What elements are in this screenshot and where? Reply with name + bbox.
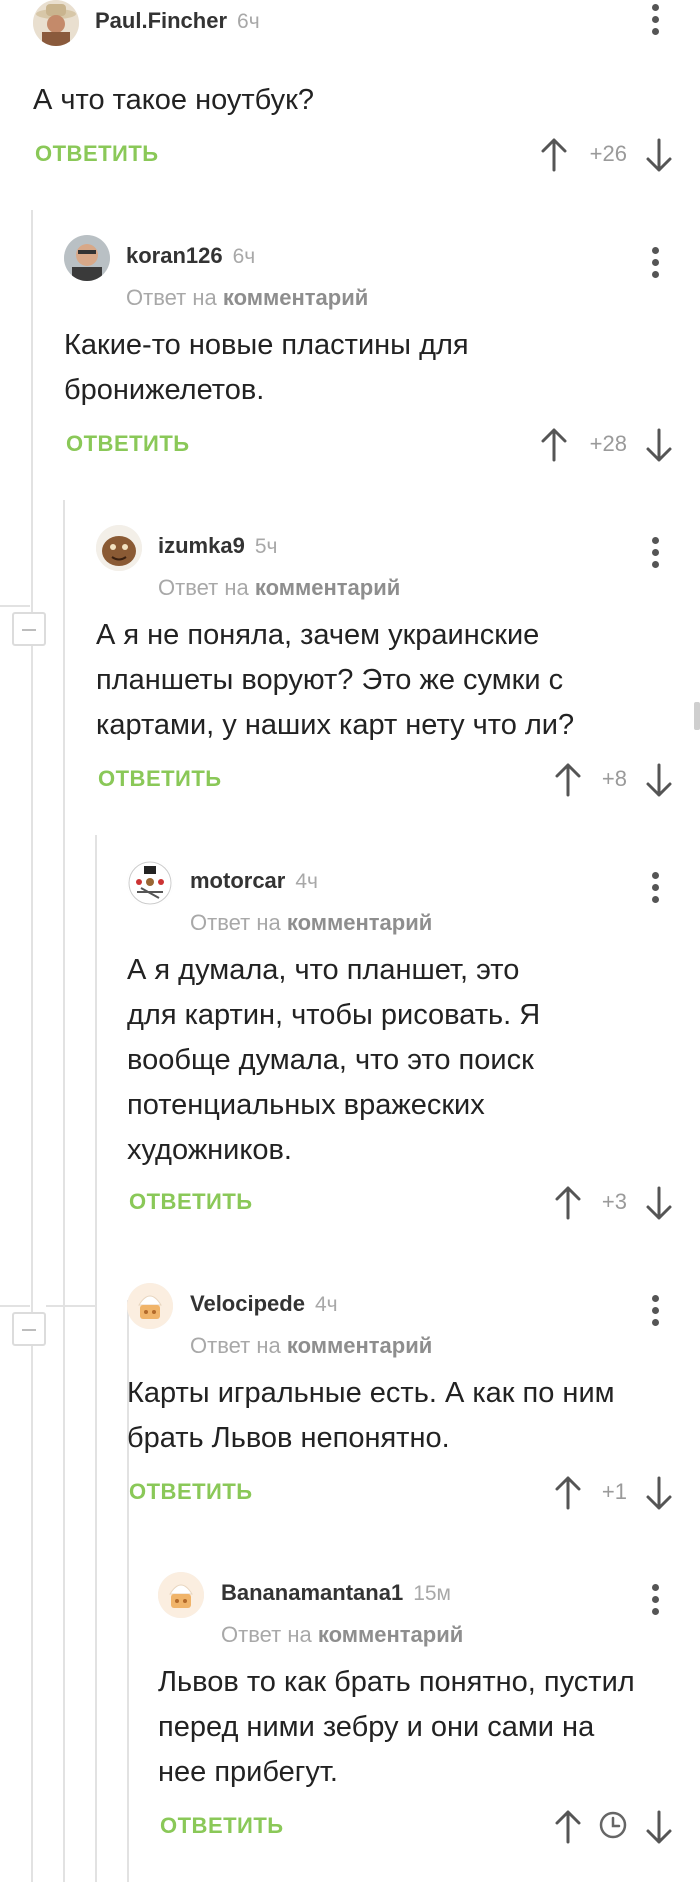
comment-actions: ОТВЕТИТЬ +8 <box>98 763 676 806</box>
username[interactable]: Paul.Fincher <box>95 8 227 33</box>
avatar[interactable] <box>158 1572 204 1618</box>
reply-to-link[interactable]: Ответ на комментарий <box>158 575 400 601</box>
reply-to-link[interactable]: Ответ на комментарий <box>126 285 368 311</box>
comment-time: 6ч <box>232 245 256 268</box>
comment-text: А что такое ноутбук? <box>33 84 314 116</box>
more-options-icon[interactable] <box>652 872 660 906</box>
clock-icon <box>597 1809 629 1841</box>
comment-text: Карты игральные есть. А как по ним брать… <box>127 1377 615 1454</box>
comment-actions: ОТВЕТИТЬ +26 <box>35 138 675 181</box>
comment-author[interactable]: koran126 6ч <box>126 243 255 269</box>
reply-to-prefix: Ответ на <box>221 1622 312 1647</box>
more-options-icon[interactable] <box>652 1584 660 1618</box>
comment-text: А я не поняла, зачем украинские планшеты… <box>96 619 575 741</box>
comment-rating: +3 <box>601 1189 627 1214</box>
upvote-arrow-icon[interactable] <box>538 137 570 173</box>
comment-author[interactable]: Paul.Fincher 6ч <box>95 8 260 34</box>
reply-button[interactable]: ОТВЕТИТЬ <box>160 1813 284 1839</box>
reply-to-target[interactable]: комментарий <box>318 1622 463 1647</box>
reply-to-link[interactable]: Ответ на комментарий <box>190 1333 432 1359</box>
reply-to-target[interactable]: комментарий <box>287 1333 432 1358</box>
comment-author[interactable]: Velocipede 4ч <box>190 1291 338 1317</box>
downvote-arrow-icon[interactable] <box>643 137 675 173</box>
thread-connector <box>0 1305 30 1307</box>
collapse-thread-button[interactable] <box>12 1312 46 1346</box>
comment-time: 4ч <box>314 1293 338 1316</box>
upvote-arrow-icon[interactable] <box>552 1809 584 1845</box>
reply-to-link[interactable]: Ответ на комментарий <box>190 910 432 936</box>
comment-text: Какие-то новые пластины для бронижелетов… <box>64 329 469 406</box>
avatar[interactable] <box>127 860 173 906</box>
more-options-icon[interactable] <box>652 537 660 571</box>
comment-time: 15м <box>413 1582 451 1605</box>
thread-line <box>31 210 33 1882</box>
username[interactable]: motorcar <box>190 868 285 893</box>
comment-rating: +8 <box>601 766 627 791</box>
comment-author[interactable]: izumka9 5ч <box>158 533 277 559</box>
reply-button[interactable]: ОТВЕТИТЬ <box>129 1479 253 1505</box>
downvote-arrow-icon[interactable] <box>643 762 675 798</box>
collapse-thread-button[interactable] <box>12 612 46 646</box>
comment-text: А я думала, что планшет, это для картин,… <box>127 954 541 1166</box>
reply-to-target[interactable]: комментарий <box>255 575 400 600</box>
scrollbar-thumb[interactable] <box>694 702 700 730</box>
comment-actions: ОТВЕТИТЬ <box>160 1810 676 1853</box>
comment-time: 5ч <box>254 535 278 558</box>
comment-text: Львов то как брать понятно, пустил перед… <box>158 1666 635 1788</box>
reply-to-prefix: Ответ на <box>190 910 281 935</box>
more-options-icon[interactable] <box>652 4 660 38</box>
thread-connector <box>0 605 30 607</box>
reply-button[interactable]: ОТВЕТИТЬ <box>66 431 190 457</box>
reply-to-target[interactable]: комментарий <box>223 285 368 310</box>
reply-to-prefix: Ответ на <box>126 285 217 310</box>
comment-time: 4ч <box>295 870 318 893</box>
reply-button[interactable]: ОТВЕТИТЬ <box>35 141 159 167</box>
comment-author[interactable]: motorcar 4ч <box>190 868 318 894</box>
comment-actions: ОТВЕТИТЬ +1 <box>129 1476 676 1519</box>
avatar[interactable] <box>33 0 79 46</box>
reply-to-prefix: Ответ на <box>190 1333 281 1358</box>
thread-line <box>95 835 97 1882</box>
thread-line <box>63 500 65 1882</box>
username[interactable]: koran126 <box>126 243 223 268</box>
comment-time: 6ч <box>237 10 260 33</box>
reply-button[interactable]: ОТВЕТИТЬ <box>98 766 222 792</box>
more-options-icon[interactable] <box>652 247 660 281</box>
comment-actions: ОТВЕТИТЬ +3 <box>129 1186 676 1229</box>
downvote-arrow-icon[interactable] <box>643 1185 675 1221</box>
downvote-arrow-icon[interactable] <box>643 427 675 463</box>
upvote-arrow-icon[interactable] <box>538 427 570 463</box>
username[interactable]: Velocipede <box>190 1291 305 1316</box>
reply-to-prefix: Ответ на <box>158 575 249 600</box>
comment-rating: +26 <box>589 141 627 166</box>
downvote-arrow-icon[interactable] <box>643 1475 675 1511</box>
reply-to-link[interactable]: Ответ на комментарий <box>221 1622 463 1648</box>
comment-rating: +1 <box>601 1479 627 1504</box>
more-options-icon[interactable] <box>652 1295 660 1329</box>
comment-author[interactable]: Bananamantana1 15м <box>221 1580 451 1606</box>
username[interactable]: izumka9 <box>158 533 245 558</box>
avatar[interactable] <box>127 1283 173 1329</box>
thread-connector <box>46 1305 96 1307</box>
reply-button[interactable]: ОТВЕТИТЬ <box>129 1189 253 1215</box>
comment-actions: ОТВЕТИТЬ +28 <box>66 428 676 471</box>
reply-to-target[interactable]: комментарий <box>287 910 432 935</box>
avatar[interactable] <box>96 525 142 571</box>
avatar[interactable] <box>64 235 110 281</box>
comment-rating: +28 <box>589 431 627 456</box>
downvote-arrow-icon[interactable] <box>643 1809 675 1845</box>
username[interactable]: Bananamantana1 <box>221 1580 403 1605</box>
